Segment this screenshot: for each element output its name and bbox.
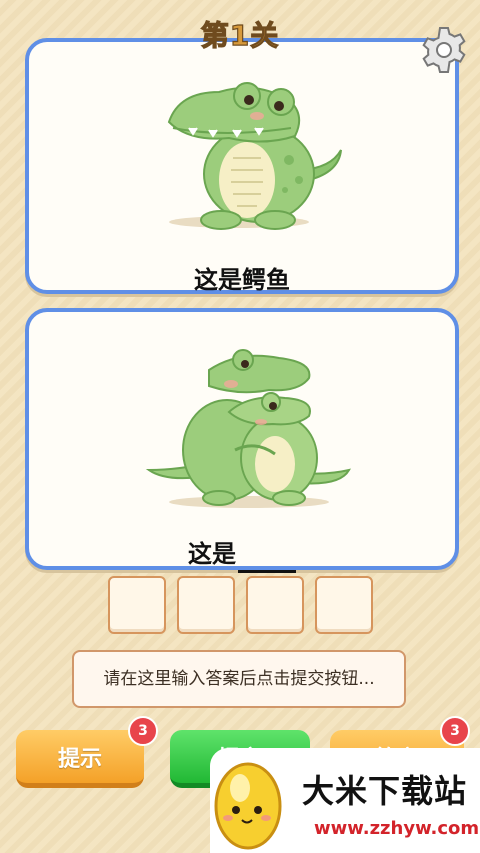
answer-count-badge: 3 — [440, 716, 470, 746]
hint-button-label: 提示 — [57, 746, 102, 772]
answer-char-box-2[interactable] — [177, 576, 235, 634]
question-card-puzzle: 这是 — [25, 308, 459, 573]
settings-button[interactable] — [418, 24, 470, 76]
hint-button[interactable]: 提示 — [16, 730, 144, 788]
level-title: 第1关 — [200, 18, 280, 52]
question-card-example: 这是鳄鱼 — [25, 38, 459, 294]
card-caption: 这是鳄鱼 — [194, 266, 290, 294]
caption-prefix: 这是 — [188, 540, 236, 568]
gear-icon — [422, 27, 466, 73]
answer-input[interactable] — [72, 650, 406, 708]
answer-char-box-4[interactable] — [315, 576, 373, 634]
crocodile-illustration — [167, 82, 342, 230]
watermark: 大米下载站 www.zzhyw.com — [210, 748, 480, 853]
answer-blank — [238, 542, 296, 573]
card-caption-question: 这是 — [29, 534, 455, 573]
answer-char-box-3[interactable] — [246, 576, 304, 634]
crocodiles-hugging-illustration — [145, 349, 351, 508]
hint-count-badge: 3 — [128, 716, 158, 746]
egg-mascot-logo — [214, 762, 282, 850]
answer-char-box-1[interactable] — [108, 576, 166, 634]
watermark-url: www.zzhyw.com — [314, 818, 480, 839]
watermark-site-name: 大米下载站 — [302, 772, 468, 810]
